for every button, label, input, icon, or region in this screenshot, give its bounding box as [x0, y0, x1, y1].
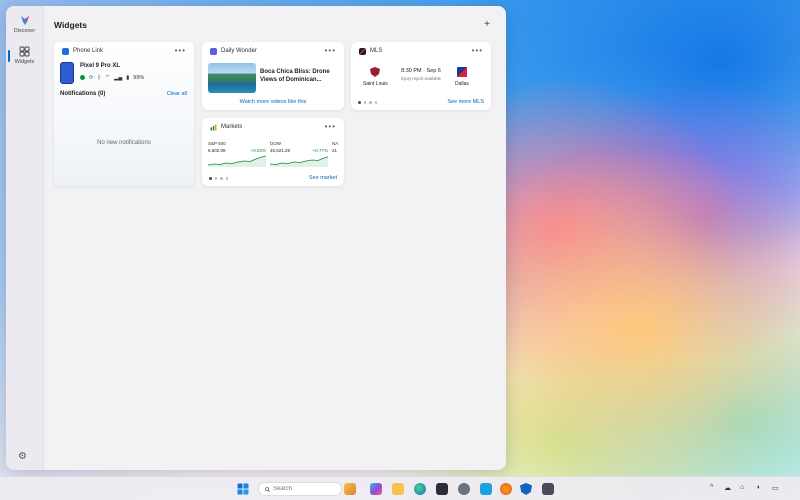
market-value: 21 [332, 148, 338, 153]
store-icon[interactable] [480, 483, 492, 495]
wifi-icon: ⌔ [104, 75, 111, 81]
phone-link-widget[interactable]: Phone Link ••• Pixel 9 Pro XL ⟳ ᛒ ⌔ ▂▄ ▮… [54, 42, 194, 186]
cloud-icon[interactable]: ☁ [724, 484, 731, 492]
battery-icon: ▮ [126, 74, 130, 81]
add-widget-button[interactable]: + [484, 19, 490, 30]
bluetooth-icon: ᛒ [97, 74, 101, 81]
markets-pager-dots[interactable] [209, 177, 228, 180]
taskbar-search[interactable] [258, 482, 342, 496]
device-status-row: ⟳ ᛒ ⌔ ▂▄ ▮ 99% [80, 74, 144, 81]
gear-icon: ⚙ [18, 451, 27, 462]
markets-more-button[interactable]: ••• [325, 123, 336, 131]
taskbar: ^ ☁ ⌂ ◖ ▭ [0, 476, 800, 500]
video-headline[interactable]: Boca Chica Bliss: Drone Views of Dominic… [260, 68, 342, 84]
mls-title: MLS [370, 48, 383, 54]
app-icon[interactable] [542, 483, 554, 495]
network-icon[interactable]: ⌂ [740, 484, 744, 491]
match-info[interactable]: 8:30 PM · Sep 6 Injury report available [393, 68, 449, 81]
search-highlight-icon[interactable] [344, 483, 356, 495]
connected-icon [80, 75, 85, 80]
phone-link-app-icon [62, 47, 69, 55]
daily-wonder-app-icon [210, 47, 217, 55]
mls-header: MLS ••• [351, 42, 491, 60]
sync-icon[interactable]: ⟳ [89, 75, 94, 81]
mls-more-button[interactable]: ••• [472, 47, 483, 55]
firefox-icon[interactable] [500, 483, 512, 495]
clear-all-link[interactable]: Clear all [167, 91, 187, 97]
daily-wonder-title: Daily Wonder [221, 48, 257, 54]
sparkline-chart [208, 155, 266, 167]
daily-wonder-more-button[interactable]: ••• [325, 47, 336, 55]
widgets-grid-icon [19, 46, 30, 57]
mls-pager-dots[interactable] [358, 101, 377, 104]
match-subtext: Injury report available [400, 76, 442, 81]
phone-link-title: Phone Link [73, 48, 104, 54]
mls-widget[interactable]: MLS ••• Saint Louis 8:30 PM · Sep 6 Inju… [351, 42, 491, 110]
market-item-sp500[interactable]: S&P 500 6,502.08 +0.83% [208, 141, 266, 167]
search-input[interactable] [273, 486, 341, 492]
match-time: 8:30 PM · Sep 6 [401, 68, 441, 74]
notifications-heading: Notifications (0) [60, 91, 106, 97]
phone-link-more-button[interactable]: ••• [175, 47, 186, 55]
mls-logo-icon [359, 47, 366, 55]
market-item-partial[interactable]: NA 21 [332, 141, 342, 167]
video-thumbnail[interactable] [208, 63, 256, 93]
widgets-nav-rail: Discover Widgets ⚙ [6, 6, 44, 470]
battery-level: 99% [133, 74, 145, 81]
tray-chevron-icon[interactable]: ^ [710, 484, 713, 491]
page-title: Widgets [54, 20, 87, 30]
markets-header: Markets ••• [202, 118, 344, 136]
rail-item-discover-label: Discover [13, 28, 36, 34]
search-icon [265, 486, 270, 492]
watch-more-link[interactable]: Watch more videos like this [202, 99, 344, 105]
phone-device-icon [60, 62, 74, 84]
market-symbol: S&P 500 [208, 141, 226, 146]
volume-icon[interactable]: ◖ [756, 484, 760, 491]
away-team[interactable]: Dallas [455, 66, 469, 87]
sparkline-chart [270, 156, 328, 167]
copilot-icon[interactable] [370, 483, 382, 495]
rail-item-widgets-label: Widgets [14, 59, 35, 65]
home-team[interactable]: Saint Louis [363, 66, 388, 87]
market-symbol: NA [332, 141, 339, 146]
daily-wonder-header: Daily Wonder ••• [202, 42, 344, 60]
see-market-link[interactable]: See market [309, 175, 337, 181]
windows-start-icon[interactable] [237, 483, 249, 495]
rail-item-discover[interactable]: Discover [6, 14, 43, 34]
market-symbol: DOW [270, 141, 281, 146]
empty-notifications-text: No new notifications [97, 140, 151, 146]
discover-icon [20, 16, 29, 25]
signal-icon: ▂▄ [114, 74, 123, 81]
settings-app-icon[interactable] [458, 483, 470, 495]
battery-tray-icon[interactable]: ▭ [772, 484, 779, 492]
saint-louis-crest-icon [370, 67, 381, 77]
edge-browser-icon[interactable] [414, 483, 426, 495]
device-name: Pixel 9 Pro XL [80, 63, 121, 69]
widgets-board: Widgets + Phone Link ••• Pixel 9 Pro XL … [44, 6, 506, 470]
dallas-crest-icon [456, 67, 467, 77]
away-team-name: Dallas [455, 81, 469, 87]
phone-link-header: Phone Link ••• [54, 42, 194, 60]
settings-button[interactable]: ⚙ [18, 451, 27, 462]
file-explorer-icon[interactable] [392, 483, 404, 495]
defender-shield-icon[interactable] [520, 483, 532, 495]
widgets-panel: Discover Widgets ⚙ Widgets + Phone Link … [6, 6, 506, 470]
rail-item-widgets[interactable]: Widgets [6, 46, 43, 65]
see-more-mls-link[interactable]: See more MLS [447, 99, 484, 105]
markets-title: Markets [221, 124, 243, 130]
market-item-dow[interactable]: DOW 45,621.29 +0.77% [270, 141, 328, 167]
daily-wonder-widget[interactable]: Daily Wonder ••• Boca Chica Bliss: Drone… [202, 42, 344, 110]
markets-chart-icon [210, 124, 217, 130]
terminal-icon[interactable] [436, 483, 448, 495]
home-team-name: Saint Louis [363, 81, 388, 87]
markets-widget[interactable]: Markets ••• S&P 500 6,502.08 +0.83% DOW … [202, 118, 344, 186]
